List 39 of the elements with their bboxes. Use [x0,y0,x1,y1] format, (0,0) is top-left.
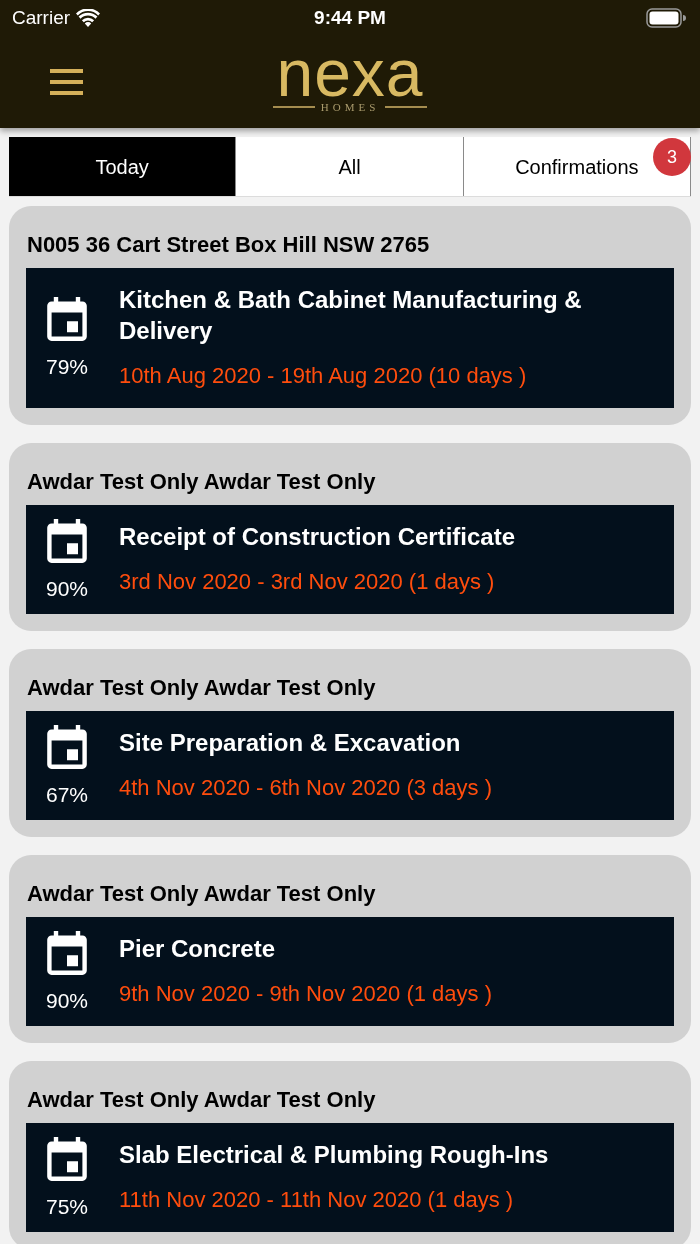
tab[interactable]: Today [9,137,237,196]
task-title: Site Preparation & Excavation [119,728,462,758]
task-card[interactable]: Awdar Test Only Awdar Test Only 90% Receipt of Construction Certificate 3rd Nov 2020 - 3rd Nov 2020 (1 days ) [9,443,691,631]
logo-wordmark: nexa [276,45,424,101]
logo-tagline: HOMES [320,101,380,113]
notification-badge: 3 [653,138,691,176]
progress-percentage: 75% [46,1194,88,1219]
progress-percentage: 67% [46,782,88,807]
task-title: Pier Concrete [119,934,277,964]
site-address: Awdar Test Only Awdar Test Only [26,469,377,495]
progress-percentage: 79% [46,355,88,379]
task-title: Slab Electrical & Plumbing Rough-Ins [119,1140,550,1170]
task-dates: 3rd Nov 2020 - 3rd Nov 2020 (1 days ) [119,568,496,596]
site-address: N005 36 Cart Street Box Hill NSW 2765 [26,232,431,258]
menu-button[interactable] [50,69,83,95]
task-dates: 10th Aug 2020 - 19th Aug 2020 (10 days ) [119,362,528,390]
task-card[interactable]: Awdar Test Only Awdar Test Only 67% Site Preparation & Excavation 4th Nov 2020 - 6th Nov 2020 (3 days ) [9,649,691,837]
carrier-label: Carrier [12,5,71,30]
task-card[interactable]: Awdar Test Only Awdar Test Only 75% Slab Electrical & Plumbing Rough-Ins 11th Nov 2020 - 11th Nov 2020 (1 days ) [9,1061,691,1244]
wifi-icon [76,9,101,27]
status-time: 9:44 PM [314,5,386,30]
calendar-icon [47,297,87,341]
task-title: Kitchen & Bath Cabinet Manufacturing & Delivery [119,285,583,346]
battery-icon [646,8,686,28]
site-address: Awdar Test Only Awdar Test Only [26,1087,377,1113]
calendar-icon [47,930,87,975]
calendar-icon [47,1136,87,1181]
task-dates: 4th Nov 2020 - 6th Nov 2020 (3 days ) [119,774,493,802]
progress-percentage: 90% [46,576,88,601]
site-address: Awdar Test Only Awdar Test Only [26,675,377,701]
task-dates: 11th Nov 2020 - 11th Nov 2020 (1 days ) [119,1186,515,1214]
task-title: Receipt of Construction Certificate [119,522,517,552]
task-card[interactable]: Awdar Test Only Awdar Test Only 90% Pier Concrete 9th Nov 2020 - 9th Nov 2020 (1 days ) [9,855,691,1043]
calendar-icon [47,724,87,769]
calendar-icon [47,518,87,563]
progress-percentage: 90% [46,988,88,1013]
site-address: Awdar Test Only Awdar Test Only [26,881,377,907]
task-card[interactable]: N005 36 Cart Street Box Hill NSW 2765 79% Kitchen & Bath Cabinet Manufacturing & Delivery 10th Aug 2020 - 19th Aug 2020 (10 days ) [9,206,691,425]
task-dates: 9th Nov 2020 - 9th Nov 2020 (1 days ) [119,980,493,1008]
